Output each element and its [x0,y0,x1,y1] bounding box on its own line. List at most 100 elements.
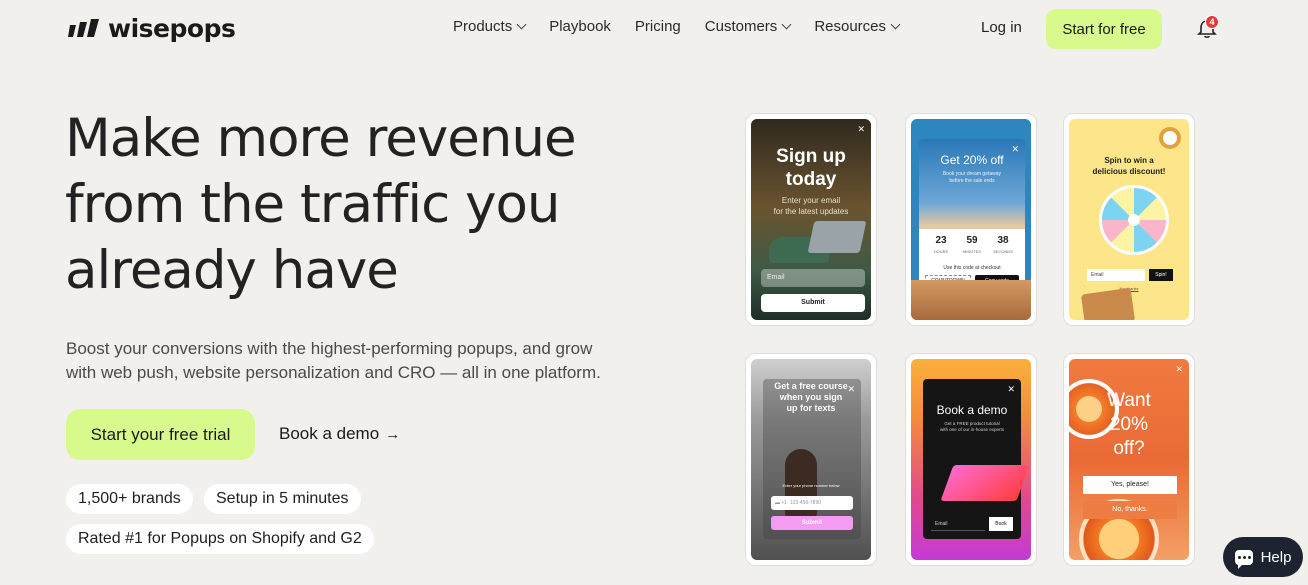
subtext-line-2: with web push, website personalization a… [66,363,601,382]
book-a-demo-link[interactable]: Book a demo → [279,424,400,444]
headline-line-1: Make more revenue [65,108,577,169]
countdown-sub-line-2: before the sale ends [949,178,995,184]
chevron-down-icon [890,19,901,30]
course-submit-button: Submit [771,516,853,530]
popup-card-countdown: ✕ Get 20% off Book your dream getaway be… [905,113,1037,326]
course-title-line-3: up for texts [786,403,836,413]
discount-title-line-2: 20% [1109,414,1149,435]
flag-icon: ▬ [775,500,780,506]
nav-playbook-label: Playbook [549,18,611,35]
course-title-line-1: Get a free course [774,381,848,391]
setup-pill: Setup in 5 minutes [204,484,361,514]
countdown-seconds: 38 [997,235,1009,246]
laptop-shape [807,221,867,253]
headline-line-3: already have [65,240,399,301]
discount-no-button: No, thanks. [1083,501,1177,519]
spin-email-field: Email [1087,269,1145,281]
discount-title: Want 20% off? [1069,389,1189,461]
logo-text: wisepops [108,14,236,43]
signup-sub-line-1: Enter your email [781,196,841,205]
spin-title-line-2: delicious discount! [1092,167,1166,176]
nav-customers[interactable]: Customers [704,18,792,35]
demo-panel: ✕ Book a demo Get a FREE product tutoria… [923,379,1030,539]
headline-line-2: from the traffic you [65,174,560,235]
signup-title: Sign up today [751,145,871,191]
login-link[interactable]: Log in [981,19,1022,36]
chevron-down-icon [781,19,792,30]
seconds-label: SECONDS [993,249,1013,254]
discount-card-image: ✕ Want 20% off? Yes, please! No, thanks. [1069,359,1189,560]
countdown-card-image: ✕ Get 20% off Book your dream getaway be… [911,119,1031,320]
demo-subtitle: Get a FREE product tutorial with one of … [923,421,1021,433]
nav-resources[interactable]: Resources [814,18,901,35]
close-icon: ✕ [1175,364,1183,374]
countdown-subtitle: Book your dream getaway before the sale … [919,171,1025,185]
start-for-free-button[interactable]: Start for free [1046,9,1162,49]
popup-card-demo: ✕ Book a demo Get a FREE product tutoria… [905,353,1037,566]
chevron-down-icon [516,19,527,30]
discount-title-line-3: off? [1113,438,1145,459]
demo-book-button: Book [989,517,1013,531]
spin-button: Spin! [1149,269,1173,281]
nav-pricing[interactable]: Pricing [635,18,681,35]
spin-card-image: Spin to win a delicious discount! Email … [1069,119,1189,320]
phone-code: +1 [781,500,788,506]
close-icon: ✕ [1007,384,1015,394]
hours-label: HOURS [933,249,949,254]
nav-menu: Products Playbook Pricing Customers Reso… [453,18,901,35]
spin-title-line-1: Spin to win a [1104,156,1154,165]
countdown-sub-line-1: Book your dream getaway [942,171,1002,177]
signup-title-line-2: today [785,169,837,190]
laptop-shape [940,465,1030,501]
demo-sub-line-1: Get a FREE product tutorial [944,421,1000,426]
arrow-right-icon: → [385,425,401,443]
course-title: Get a free course when you sign up for t… [751,381,871,414]
hero-headline: Make more revenue from the traffic you a… [65,106,685,304]
hero-subtext: Boost your conversions with the highest-… [66,337,666,385]
nav-products-label: Products [453,18,513,35]
phone-field: ▬ +1 123-456-7890 [771,496,853,510]
phone-label: Enter your phone number below [782,483,840,488]
wisepops-logo-icon [68,18,99,37]
demo-email-field: Email [931,517,985,531]
popup-card-signup: ✕ Sign up today Enter your email for the… [745,113,877,326]
course-card-image: ✕ Get a free course when you sign up for… [751,359,871,560]
code-label: Use this code at checkout [943,265,1001,271]
top-nav: wisepops Products Playbook Pricing Custo… [0,0,1308,58]
nav-playbook[interactable]: Playbook [549,18,611,35]
minutes-label: MINUTES [963,249,981,254]
spin-title: Spin to win a delicious discount! [1069,155,1189,177]
chat-icon [1234,549,1253,569]
nav-pricing-label: Pricing [634,18,681,35]
countdown-minutes: 59 [966,235,978,246]
close-icon: ✕ [857,124,865,134]
popup-card-spin: Spin to win a delicious discount! Email … [1063,113,1195,326]
course-title-line-2: when you sign [779,392,843,402]
start-free-trial-button[interactable]: Start your free trial [66,409,255,460]
popup-card-discount: ✕ Want 20% off? Yes, please! No, thanks. [1063,353,1195,566]
coffee-cup-icon [1159,127,1181,149]
wheel-hub [1128,214,1140,226]
help-label: Help [1260,548,1292,566]
wisepops-logo[interactable]: wisepops [68,14,236,43]
cookies-shape [1080,287,1136,320]
rated-pill: Rated #1 for Popups on Shopify and G2 [66,524,374,554]
demo-title: Book a demo [936,403,1008,417]
desert-shape [911,280,1031,320]
discount-title-line-1: Want [1107,390,1151,411]
signup-submit-button: Submit [761,294,865,312]
countdown-panel: ✕ Get 20% off Book your dream getaway be… [919,139,1025,299]
signup-email-field: Email [761,269,865,287]
nav-products[interactable]: Products [453,18,527,35]
demo-card-image: ✕ Book a demo Get a FREE product tutoria… [911,359,1031,560]
help-button[interactable]: Help [1223,537,1303,577]
book-a-demo-label: Book a demo [279,424,380,443]
signup-subtitle: Enter your email for the latest updates [751,195,871,217]
demo-sub-line-2: with one of our in-house experts [939,427,1005,432]
discount-yes-button: Yes, please! [1083,476,1177,494]
countdown-hours: 23 [935,235,947,246]
nav-customers-label: Customers [704,18,778,35]
phone-placeholder: 123-456-7890 [789,500,822,506]
notification-badge: 4 [1205,15,1219,29]
popup-card-course: ✕ Get a free course when you sign up for… [745,353,877,566]
